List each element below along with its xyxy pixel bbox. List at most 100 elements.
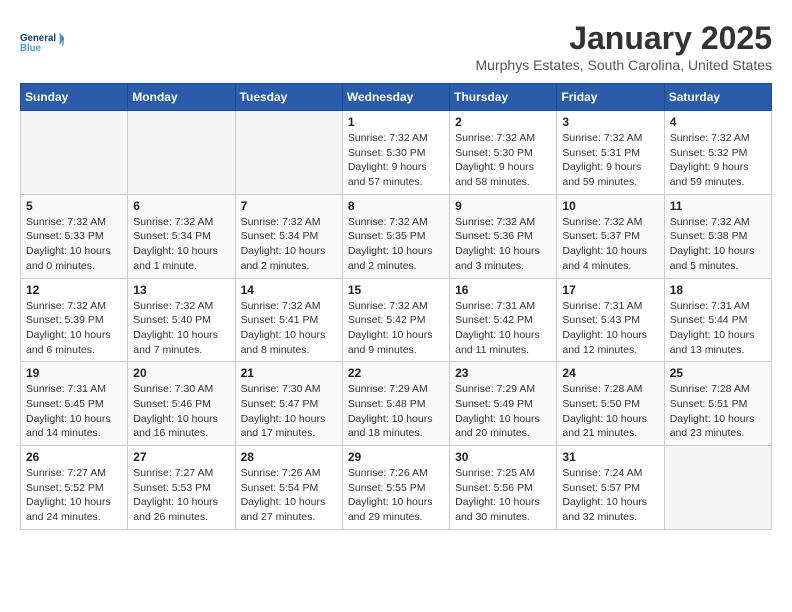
calendar-cell: 4 Sunrise: 7:32 AM Sunset: 5:32 PM Daylig… (664, 111, 771, 195)
calendar-cell: 21 Sunrise: 7:30 AM Sunset: 5:47 PM Dayli… (235, 362, 342, 446)
calendar-cell: 20 Sunrise: 7:30 AM Sunset: 5:46 PM Dayli… (128, 362, 235, 446)
day-number: 28 (241, 450, 337, 464)
day-number: 15 (348, 283, 444, 297)
day-info: Sunrise: 7:31 AM Sunset: 5:43 PM Dayligh… (562, 299, 658, 358)
day-info: Sunrise: 7:32 AM Sunset: 5:33 PM Dayligh… (26, 215, 122, 274)
day-number: 31 (562, 450, 658, 464)
day-number: 16 (455, 283, 551, 297)
calendar-cell: 1Sunrise: 7:32 AM Sunset: 5:30 PM Daylig… (342, 111, 449, 195)
weekday-header-monday: Monday (128, 84, 235, 111)
day-number: 21 (241, 366, 337, 380)
weekday-header-tuesday: Tuesday (235, 84, 342, 111)
calendar-cell: 27 Sunrise: 7:27 AM Sunset: 5:53 PM Dayli… (128, 446, 235, 530)
page-header: General Blue January 2025 Murphys Estate… (20, 20, 772, 73)
calendar-cell: 28Sunrise: 7:26 AM Sunset: 5:54 PM Dayli… (235, 446, 342, 530)
day-number: 20 (133, 366, 229, 380)
calendar-cell: 31 Sunrise: 7:24 AM Sunset: 5:57 PM Dayli… (557, 446, 664, 530)
day-number: 26 (26, 450, 122, 464)
calendar: SundayMondayTuesdayWednesdayThursdayFrid… (20, 83, 772, 530)
calendar-cell: 22 Sunrise: 7:29 AM Sunset: 5:48 PM Dayli… (342, 362, 449, 446)
calendar-cell: 2 Sunrise: 7:32 AM Sunset: 5:30 PM Daylig… (450, 111, 557, 195)
day-info: Sunrise: 7:32 AM Sunset: 5:31 PM Dayligh… (562, 131, 658, 190)
calendar-cell: 5Sunrise: 7:32 AM Sunset: 5:33 PM Daylig… (21, 194, 128, 278)
day-info: Sunrise: 7:29 AM Sunset: 5:49 PM Dayligh… (455, 382, 551, 441)
weekday-header-wednesday: Wednesday (342, 84, 449, 111)
day-info: Sunrise: 7:30 AM Sunset: 5:46 PM Dayligh… (133, 382, 229, 441)
day-number: 1 (348, 115, 444, 129)
logo-svg: General Blue (20, 20, 64, 64)
week-row-5: 26Sunrise: 7:27 AM Sunset: 5:52 PM Dayli… (21, 446, 772, 530)
day-number: 24 (562, 366, 658, 380)
calendar-cell: 30Sunrise: 7:25 AM Sunset: 5:56 PM Dayli… (450, 446, 557, 530)
day-number: 23 (455, 366, 551, 380)
calendar-cell: 17 Sunrise: 7:31 AM Sunset: 5:43 PM Dayli… (557, 278, 664, 362)
day-number: 29 (348, 450, 444, 464)
day-number: 2 (455, 115, 551, 129)
day-number: 6 (133, 199, 229, 213)
day-info: Sunrise: 7:32 AM Sunset: 5:39 PM Dayligh… (26, 299, 122, 358)
day-info: Sunrise: 7:30 AM Sunset: 5:47 PM Dayligh… (241, 382, 337, 441)
day-info: Sunrise: 7:32 AM Sunset: 5:30 PM Dayligh… (455, 131, 551, 190)
calendar-cell: 8 Sunrise: 7:32 AM Sunset: 5:35 PM Daylig… (342, 194, 449, 278)
day-info: Sunrise: 7:31 AM Sunset: 5:45 PM Dayligh… (26, 382, 122, 441)
day-info: Sunrise: 7:32 AM Sunset: 5:38 PM Dayligh… (670, 215, 766, 274)
day-info: Sunrise: 7:32 AM Sunset: 5:32 PM Dayligh… (670, 131, 766, 190)
calendar-cell (664, 446, 771, 530)
calendar-cell (235, 111, 342, 195)
day-number: 8 (348, 199, 444, 213)
calendar-cell: 11 Sunrise: 7:32 AM Sunset: 5:38 PM Dayli… (664, 194, 771, 278)
weekday-header-friday: Friday (557, 84, 664, 111)
day-info: Sunrise: 7:31 AM Sunset: 5:42 PM Dayligh… (455, 299, 551, 358)
day-info: Sunrise: 7:32 AM Sunset: 5:36 PM Dayligh… (455, 215, 551, 274)
calendar-cell: 10Sunrise: 7:32 AM Sunset: 5:37 PM Dayli… (557, 194, 664, 278)
calendar-cell (21, 111, 128, 195)
location: Murphys Estates, South Carolina, United … (476, 57, 772, 73)
calendar-cell: 29Sunrise: 7:26 AM Sunset: 5:55 PM Dayli… (342, 446, 449, 530)
weekday-header-saturday: Saturday (664, 84, 771, 111)
day-number: 7 (241, 199, 337, 213)
title-block: January 2025 Murphys Estates, South Caro… (476, 20, 772, 73)
day-info: Sunrise: 7:29 AM Sunset: 5:48 PM Dayligh… (348, 382, 444, 441)
calendar-cell: 7 Sunrise: 7:32 AM Sunset: 5:34 PM Daylig… (235, 194, 342, 278)
day-number: 11 (670, 199, 766, 213)
weekday-header-sunday: Sunday (21, 84, 128, 111)
day-number: 4 (670, 115, 766, 129)
day-info: Sunrise: 7:32 AM Sunset: 5:34 PM Dayligh… (133, 215, 229, 274)
day-number: 25 (670, 366, 766, 380)
day-number: 13 (133, 283, 229, 297)
calendar-cell: 6 Sunrise: 7:32 AM Sunset: 5:34 PM Daylig… (128, 194, 235, 278)
day-number: 12 (26, 283, 122, 297)
day-number: 14 (241, 283, 337, 297)
day-info: Sunrise: 7:24 AM Sunset: 5:57 PM Dayligh… (562, 466, 658, 525)
calendar-cell: 12 Sunrise: 7:32 AM Sunset: 5:39 PM Dayli… (21, 278, 128, 362)
calendar-cell: 15Sunrise: 7:32 AM Sunset: 5:42 PM Dayli… (342, 278, 449, 362)
day-info: Sunrise: 7:32 AM Sunset: 5:41 PM Dayligh… (241, 299, 337, 358)
week-row-1: 1 Sunrise: 7:32 AM Sunset: 5:30 PM Daylig… (21, 111, 772, 195)
week-row-3: 12 Sunrise: 7:32 AM Sunset: 5:39 PM Dayli… (21, 278, 772, 362)
week-row-4: 19 Sunrise: 7:31 AM Sunset: 5:45 PM Dayli… (21, 362, 772, 446)
calendar-cell: 24Sunrise: 7:28 AM Sunset: 5:50 PM Dayli… (557, 362, 664, 446)
day-info: Sunrise: 7:32 AM Sunset: 5:37 PM Dayligh… (562, 215, 658, 274)
day-info: Sunrise: 7:32 AM Sunset: 5:40 PM Dayligh… (133, 299, 229, 358)
calendar-cell: 18 Sunrise: 7:31 AM Sunset: 5:44 PM Dayli… (664, 278, 771, 362)
day-info: Sunrise: 7:32 AM Sunset: 5:35 PM Dayligh… (348, 215, 444, 274)
calendar-cell: 14 Sunrise: 7:32 AM Sunset: 5:41 PM Dayli… (235, 278, 342, 362)
calendar-cell: 23 Sunrise: 7:29 AM Sunset: 5:49 PM Dayli… (450, 362, 557, 446)
day-number: 17 (562, 283, 658, 297)
week-row-2: 5Sunrise: 7:32 AM Sunset: 5:33 PM Daylig… (21, 194, 772, 278)
day-number: 27 (133, 450, 229, 464)
day-number: 22 (348, 366, 444, 380)
calendar-cell: 16 Sunrise: 7:31 AM Sunset: 5:42 PM Dayli… (450, 278, 557, 362)
day-number: 19 (26, 366, 122, 380)
day-info: Sunrise: 7:32 AM Sunset: 5:34 PM Dayligh… (241, 215, 337, 274)
svg-text:General: General (20, 33, 56, 44)
day-info: Sunrise: 7:31 AM Sunset: 5:44 PM Dayligh… (670, 299, 766, 358)
calendar-cell: 25 Sunrise: 7:28 AM Sunset: 5:51 PM Dayli… (664, 362, 771, 446)
day-number: 18 (670, 283, 766, 297)
day-info: Sunrise: 7:27 AM Sunset: 5:53 PM Dayligh… (133, 466, 229, 525)
weekday-header-row: SundayMondayTuesdayWednesdayThursdayFrid… (21, 84, 772, 111)
day-number: 3 (562, 115, 658, 129)
day-info: Sunrise: 7:28 AM Sunset: 5:51 PM Dayligh… (670, 382, 766, 441)
month-title: January 2025 (476, 20, 772, 57)
calendar-cell: 9Sunrise: 7:32 AM Sunset: 5:36 PM Daylig… (450, 194, 557, 278)
